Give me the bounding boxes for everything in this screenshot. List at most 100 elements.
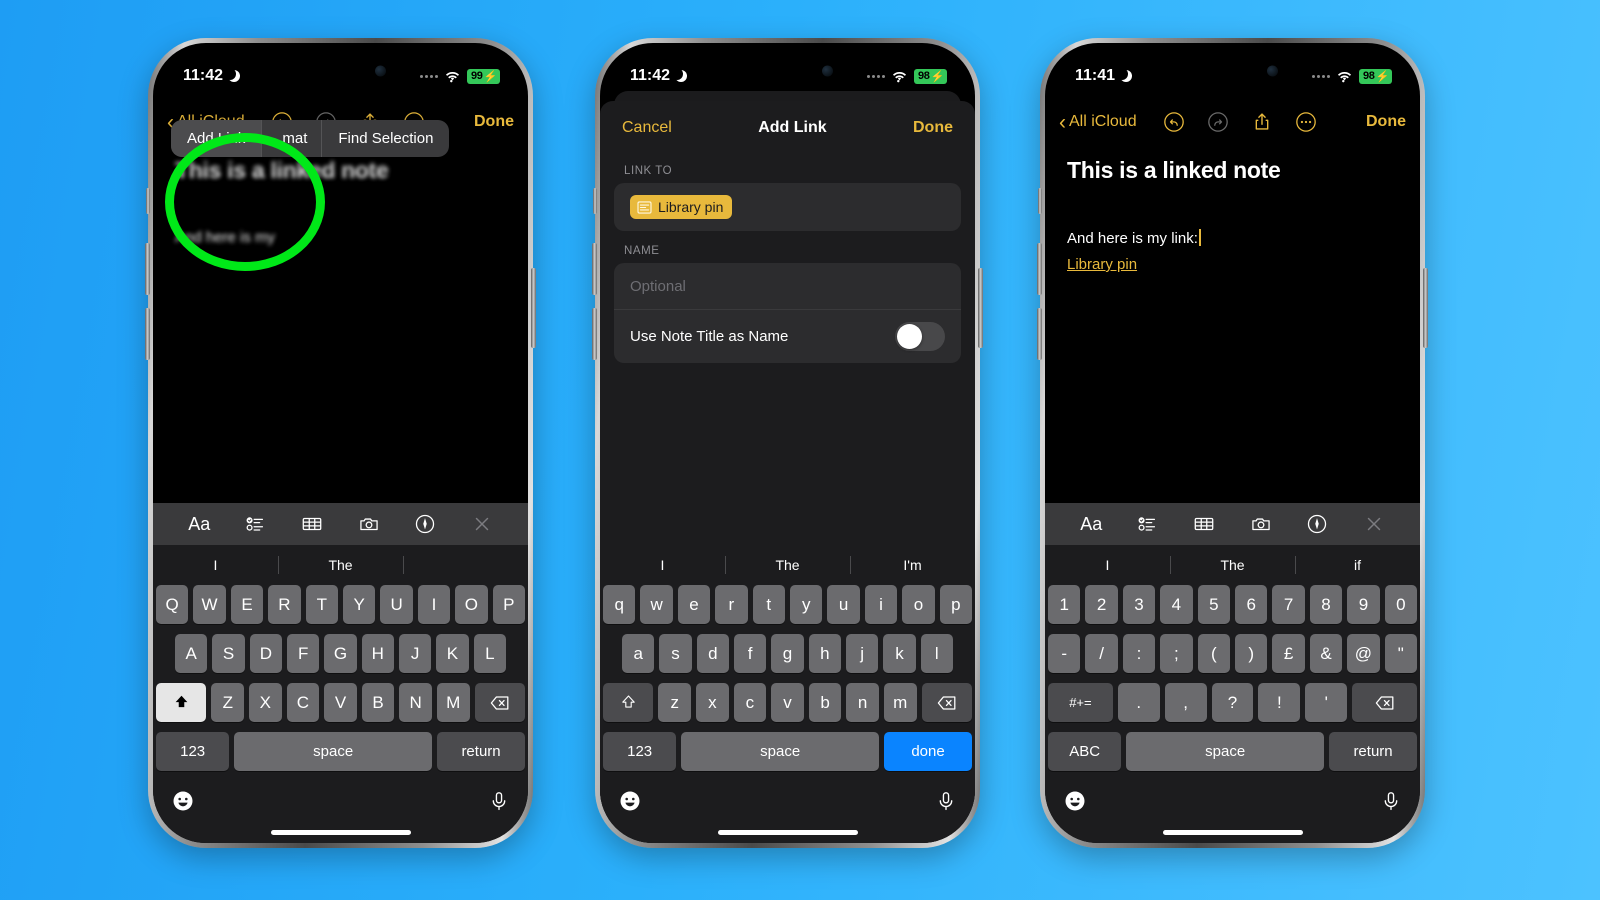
shift-key[interactable] xyxy=(156,683,207,722)
space-key[interactable]: space xyxy=(1126,732,1325,771)
key-u[interactable]: U xyxy=(380,585,413,624)
use-note-title-toggle[interactable] xyxy=(895,322,945,351)
key-g[interactable]: G xyxy=(324,634,357,673)
key-v[interactable]: V xyxy=(324,683,357,722)
microphone-icon[interactable] xyxy=(1380,790,1402,812)
key-i[interactable]: i xyxy=(864,585,898,624)
key-x[interactable]: X xyxy=(249,683,282,722)
key-n[interactable]: n xyxy=(846,683,879,722)
prediction-1[interactable]: I xyxy=(1045,557,1170,573)
done-key[interactable]: done xyxy=(884,732,972,771)
key-m[interactable]: m xyxy=(883,683,917,722)
key-7[interactable]: 7 xyxy=(1272,585,1305,624)
note-inline-link[interactable]: Library pin xyxy=(1067,256,1398,273)
key-e[interactable]: E xyxy=(230,585,264,624)
key-h[interactable]: H xyxy=(361,634,394,673)
key-v[interactable]: v xyxy=(771,683,804,722)
key-period[interactable]: . xyxy=(1117,683,1160,722)
key-s[interactable]: s xyxy=(659,634,692,673)
checklist-icon[interactable] xyxy=(245,513,267,535)
share-icon[interactable] xyxy=(1251,111,1273,133)
key-o[interactable]: o xyxy=(902,585,935,624)
key-ampersand[interactable]: & xyxy=(1309,634,1343,673)
key-w[interactable]: w xyxy=(640,585,673,624)
name-field[interactable]: Optional xyxy=(614,263,961,309)
shift-key[interactable] xyxy=(603,683,654,722)
key-q[interactable]: q xyxy=(602,585,636,624)
close-icon[interactable] xyxy=(1363,513,1385,535)
key-k[interactable]: K xyxy=(436,634,469,673)
link-to-field[interactable]: Library pin xyxy=(614,183,961,231)
key-j[interactable]: j xyxy=(845,634,879,673)
find-selection-menu-item[interactable]: Find Selection xyxy=(322,120,449,157)
home-indicator[interactable] xyxy=(717,830,858,835)
backspace-key[interactable] xyxy=(1352,683,1418,722)
add-link-menu-item[interactable]: Add Link xyxy=(171,120,263,157)
power-button[interactable] xyxy=(1423,268,1428,348)
key-b[interactable]: B xyxy=(361,683,395,722)
key-l[interactable]: L xyxy=(473,634,506,673)
key-j[interactable]: J xyxy=(398,634,432,673)
space-key[interactable]: space xyxy=(234,732,433,771)
key-i[interactable]: I xyxy=(417,585,451,624)
key-paren-close[interactable]: ) xyxy=(1235,634,1268,673)
key-colon[interactable]: : xyxy=(1122,634,1156,673)
key-x[interactable]: x xyxy=(696,683,729,722)
cancel-button[interactable]: Cancel xyxy=(622,119,672,137)
numbers-key[interactable]: 123 xyxy=(156,732,230,771)
use-note-title-row[interactable]: Use Note Title as Name xyxy=(614,309,961,363)
key-2[interactable]: 2 xyxy=(1085,585,1118,624)
power-button[interactable] xyxy=(531,268,536,348)
microphone-icon[interactable] xyxy=(935,790,957,812)
key-r[interactable]: r xyxy=(715,585,748,624)
key-semicolon[interactable]: ; xyxy=(1160,634,1193,673)
key-3[interactable]: 3 xyxy=(1122,585,1156,624)
key-c[interactable]: C xyxy=(286,683,320,722)
key-p[interactable]: p xyxy=(939,585,973,624)
letters-key[interactable]: ABC xyxy=(1048,732,1122,771)
key-p[interactable]: P xyxy=(492,585,526,624)
emoji-icon[interactable] xyxy=(171,789,195,813)
key-pound[interactable]: £ xyxy=(1272,634,1305,673)
volume-up-button[interactable] xyxy=(592,243,597,295)
key-h[interactable]: h xyxy=(808,634,841,673)
prediction-1[interactable]: I xyxy=(153,557,278,573)
key-a[interactable]: A xyxy=(175,634,208,673)
key-r[interactable]: R xyxy=(268,585,301,624)
key-f[interactable]: f xyxy=(734,634,767,673)
key-u[interactable]: u xyxy=(827,585,860,624)
key-d[interactable]: d xyxy=(696,634,729,673)
sheet-done-button[interactable]: Done xyxy=(913,119,953,137)
key-question[interactable]: ? xyxy=(1211,683,1254,722)
camera-icon[interactable] xyxy=(1250,513,1272,535)
volume-up-button[interactable] xyxy=(1037,243,1042,295)
mute-switch[interactable] xyxy=(593,188,597,214)
key-f[interactable]: F xyxy=(287,634,320,673)
key-e[interactable]: e xyxy=(677,585,711,624)
key-o[interactable]: O xyxy=(455,585,488,624)
prediction-2[interactable]: The xyxy=(725,557,850,573)
key-c[interactable]: c xyxy=(733,683,767,722)
key-t[interactable]: T xyxy=(305,585,338,624)
key-exclamation[interactable]: ! xyxy=(1258,683,1301,722)
format-menu-item[interactable]: mat xyxy=(262,120,323,157)
mute-switch[interactable] xyxy=(1038,188,1042,214)
key-6[interactable]: 6 xyxy=(1235,585,1268,624)
power-button[interactable] xyxy=(978,268,983,348)
key-hyphen[interactable]: - xyxy=(1047,634,1081,673)
key-1[interactable]: 1 xyxy=(1047,585,1081,624)
backspace-key[interactable] xyxy=(921,683,973,722)
link-chip[interactable]: Library pin xyxy=(630,195,733,219)
prediction-3[interactable]: if xyxy=(1295,557,1420,573)
prediction-1[interactable]: I xyxy=(600,557,725,573)
volume-up-button[interactable] xyxy=(145,243,150,295)
key-w[interactable]: W xyxy=(193,585,226,624)
done-button[interactable]: Done xyxy=(1366,113,1406,131)
key-g[interactable]: g xyxy=(771,634,804,673)
key-4[interactable]: 4 xyxy=(1160,585,1193,624)
volume-down-button[interactable] xyxy=(592,308,597,360)
key-k[interactable]: k xyxy=(883,634,916,673)
volume-down-button[interactable] xyxy=(145,308,150,360)
key-t[interactable]: t xyxy=(752,585,785,624)
backspace-key[interactable] xyxy=(474,683,526,722)
